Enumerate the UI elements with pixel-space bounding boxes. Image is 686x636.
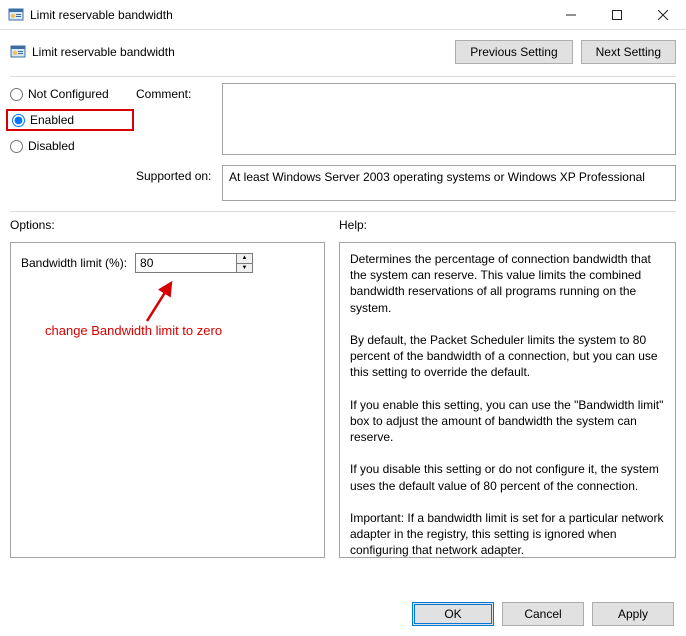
bandwidth-limit-label: Bandwidth limit (%): xyxy=(21,256,127,270)
radio-disabled-label: Disabled xyxy=(28,139,75,153)
bandwidth-limit-spinner[interactable]: ▲ ▼ xyxy=(135,253,253,273)
cancel-button[interactable]: Cancel xyxy=(502,602,584,626)
window-controls xyxy=(548,0,686,29)
maximize-button[interactable] xyxy=(594,0,640,29)
divider xyxy=(10,211,676,212)
apply-button[interactable]: Apply xyxy=(592,602,674,626)
policy-title: Limit reservable bandwidth xyxy=(32,45,175,59)
ok-button[interactable]: OK xyxy=(412,602,494,626)
spinner-up-button[interactable]: ▲ xyxy=(237,254,252,264)
radio-not-configured-label: Not Configured xyxy=(28,87,109,101)
help-panel: Determines the percentage of connection … xyxy=(339,242,676,558)
supported-on-box: At least Windows Server 2003 operating s… xyxy=(222,165,676,201)
options-panel: Bandwidth limit (%): ▲ ▼ xyxy=(10,242,325,558)
dialog-footer: OK Cancel Apply xyxy=(412,602,674,626)
supported-on-text: At least Windows Server 2003 operating s… xyxy=(229,170,645,184)
minimize-button[interactable] xyxy=(548,0,594,29)
radio-disabled-input[interactable] xyxy=(10,140,23,153)
close-button[interactable] xyxy=(640,0,686,29)
state-radio-group: Not Configured Enabled Disabled xyxy=(10,83,130,201)
policy-icon xyxy=(10,44,26,60)
bandwidth-limit-input[interactable] xyxy=(136,254,236,272)
divider xyxy=(10,76,676,77)
app-icon xyxy=(8,7,24,23)
radio-enabled-input[interactable] xyxy=(12,114,25,127)
options-label: Options: xyxy=(10,218,325,232)
annotation-text: change Bandwidth limit to zero xyxy=(45,323,222,338)
radio-disabled[interactable]: Disabled xyxy=(10,139,130,153)
supported-on-label: Supported on: xyxy=(136,165,216,183)
titlebar: Limit reservable bandwidth xyxy=(0,0,686,30)
annotation-arrow xyxy=(141,277,181,327)
radio-enabled[interactable]: Enabled xyxy=(6,109,134,131)
comment-label: Comment: xyxy=(136,83,216,101)
window-title: Limit reservable bandwidth xyxy=(30,8,173,22)
next-setting-button[interactable]: Next Setting xyxy=(581,40,676,64)
radio-not-configured-input[interactable] xyxy=(10,88,23,101)
spinner-down-button[interactable]: ▼ xyxy=(237,264,252,273)
help-label: Help: xyxy=(339,218,676,232)
radio-enabled-label: Enabled xyxy=(30,113,74,127)
radio-not-configured[interactable]: Not Configured xyxy=(10,87,130,101)
previous-setting-button[interactable]: Previous Setting xyxy=(455,40,572,64)
comment-textarea[interactable] xyxy=(222,83,676,155)
